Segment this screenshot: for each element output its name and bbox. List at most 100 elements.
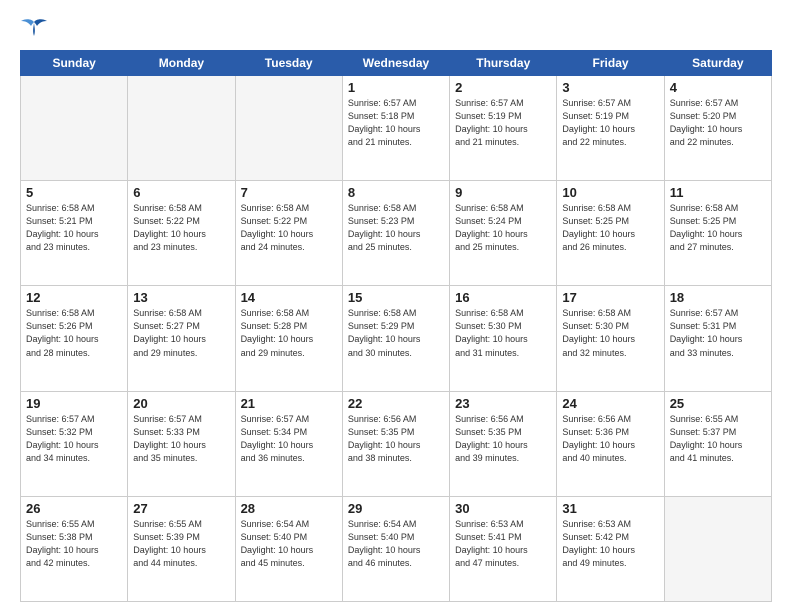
day-number: 16 xyxy=(455,290,551,305)
day-info: Sunrise: 6:55 AM Sunset: 5:39 PM Dayligh… xyxy=(133,518,229,570)
calendar-cell: 7 Sunrise: 6:58 AM Sunset: 5:22 PM Daylig… xyxy=(235,181,342,286)
day-info: Sunrise: 6:58 AM Sunset: 5:26 PM Dayligh… xyxy=(26,307,122,359)
logo-bird-icon xyxy=(20,18,48,40)
day-info: Sunrise: 6:58 AM Sunset: 5:22 PM Dayligh… xyxy=(133,202,229,254)
day-header-wednesday: Wednesday xyxy=(342,51,449,76)
calendar-cell xyxy=(664,496,771,601)
calendar-cell: 16 Sunrise: 6:58 AM Sunset: 5:30 PM Dayli… xyxy=(450,286,557,391)
day-info: Sunrise: 6:54 AM Sunset: 5:40 PM Dayligh… xyxy=(241,518,337,570)
day-info: Sunrise: 6:55 AM Sunset: 5:37 PM Dayligh… xyxy=(670,413,766,465)
day-header-tuesday: Tuesday xyxy=(235,51,342,76)
day-number: 29 xyxy=(348,501,444,516)
calendar-cell: 27 Sunrise: 6:55 AM Sunset: 5:39 PM Dayli… xyxy=(128,496,235,601)
day-number: 7 xyxy=(241,185,337,200)
calendar-cell: 20 Sunrise: 6:57 AM Sunset: 5:33 PM Dayli… xyxy=(128,391,235,496)
day-number: 6 xyxy=(133,185,229,200)
day-info: Sunrise: 6:58 AM Sunset: 5:25 PM Dayligh… xyxy=(670,202,766,254)
day-number: 21 xyxy=(241,396,337,411)
day-number: 27 xyxy=(133,501,229,516)
day-info: Sunrise: 6:58 AM Sunset: 5:30 PM Dayligh… xyxy=(455,307,551,359)
calendar-cell: 31 Sunrise: 6:53 AM Sunset: 5:42 PM Dayli… xyxy=(557,496,664,601)
day-info: Sunrise: 6:57 AM Sunset: 5:34 PM Dayligh… xyxy=(241,413,337,465)
calendar-cell xyxy=(21,76,128,181)
day-number: 30 xyxy=(455,501,551,516)
calendar-cell: 5Sunrise: 6:58 AM Sunset: 5:21 PM Daylig… xyxy=(21,181,128,286)
calendar-cell: 10Sunrise: 6:58 AM Sunset: 5:25 PM Dayli… xyxy=(557,181,664,286)
day-info: Sunrise: 6:58 AM Sunset: 5:25 PM Dayligh… xyxy=(562,202,658,254)
week-row-3: 12 Sunrise: 6:58 AM Sunset: 5:26 PM Dayli… xyxy=(21,286,772,391)
calendar-cell: 23 Sunrise: 6:56 AM Sunset: 5:35 PM Dayli… xyxy=(450,391,557,496)
calendar-cell: 3 Sunrise: 6:57 AM Sunset: 5:19 PM Daylig… xyxy=(557,76,664,181)
day-info: Sunrise: 6:58 AM Sunset: 5:30 PM Dayligh… xyxy=(562,307,658,359)
day-number: 31 xyxy=(562,501,658,516)
day-info: Sunrise: 6:53 AM Sunset: 5:41 PM Dayligh… xyxy=(455,518,551,570)
day-number: 12 xyxy=(26,290,122,305)
calendar-cell: 26Sunrise: 6:55 AM Sunset: 5:38 PM Dayli… xyxy=(21,496,128,601)
calendar-cell: 28 Sunrise: 6:54 AM Sunset: 5:40 PM Dayli… xyxy=(235,496,342,601)
calendar-cell: 9 Sunrise: 6:58 AM Sunset: 5:24 PM Daylig… xyxy=(450,181,557,286)
day-header-sunday: Sunday xyxy=(21,51,128,76)
calendar-cell: 19Sunrise: 6:57 AM Sunset: 5:32 PM Dayli… xyxy=(21,391,128,496)
calendar-cell: 4 Sunrise: 6:57 AM Sunset: 5:20 PM Daylig… xyxy=(664,76,771,181)
day-number: 13 xyxy=(133,290,229,305)
header xyxy=(20,18,772,40)
calendar-cell: 11 Sunrise: 6:58 AM Sunset: 5:25 PM Dayli… xyxy=(664,181,771,286)
day-number: 4 xyxy=(670,80,766,95)
day-number: 1 xyxy=(348,80,444,95)
day-number: 3 xyxy=(562,80,658,95)
week-row-1: 1 Sunrise: 6:57 AM Sunset: 5:18 PM Daylig… xyxy=(21,76,772,181)
day-number: 19 xyxy=(26,396,122,411)
calendar-cell: 13 Sunrise: 6:58 AM Sunset: 5:27 PM Dayli… xyxy=(128,286,235,391)
calendar-header-row: SundayMondayTuesdayWednesdayThursdayFrid… xyxy=(21,51,772,76)
day-info: Sunrise: 6:56 AM Sunset: 5:35 PM Dayligh… xyxy=(455,413,551,465)
week-row-4: 19Sunrise: 6:57 AM Sunset: 5:32 PM Dayli… xyxy=(21,391,772,496)
day-number: 20 xyxy=(133,396,229,411)
day-number: 15 xyxy=(348,290,444,305)
day-number: 14 xyxy=(241,290,337,305)
day-info: Sunrise: 6:56 AM Sunset: 5:36 PM Dayligh… xyxy=(562,413,658,465)
day-info: Sunrise: 6:56 AM Sunset: 5:35 PM Dayligh… xyxy=(348,413,444,465)
calendar-cell: 18Sunrise: 6:57 AM Sunset: 5:31 PM Dayli… xyxy=(664,286,771,391)
day-header-friday: Friday xyxy=(557,51,664,76)
day-info: Sunrise: 6:58 AM Sunset: 5:24 PM Dayligh… xyxy=(455,202,551,254)
calendar-table: SundayMondayTuesdayWednesdayThursdayFrid… xyxy=(20,50,772,602)
day-info: Sunrise: 6:58 AM Sunset: 5:27 PM Dayligh… xyxy=(133,307,229,359)
logo xyxy=(20,18,52,40)
page: SundayMondayTuesdayWednesdayThursdayFrid… xyxy=(0,0,792,612)
week-row-2: 5Sunrise: 6:58 AM Sunset: 5:21 PM Daylig… xyxy=(21,181,772,286)
day-number: 17 xyxy=(562,290,658,305)
calendar-cell xyxy=(128,76,235,181)
day-info: Sunrise: 6:58 AM Sunset: 5:22 PM Dayligh… xyxy=(241,202,337,254)
calendar-cell: 14 Sunrise: 6:58 AM Sunset: 5:28 PM Dayli… xyxy=(235,286,342,391)
day-number: 25 xyxy=(670,396,766,411)
day-info: Sunrise: 6:57 AM Sunset: 5:31 PM Dayligh… xyxy=(670,307,766,359)
calendar-cell xyxy=(235,76,342,181)
day-number: 22 xyxy=(348,396,444,411)
calendar-cell: 24Sunrise: 6:56 AM Sunset: 5:36 PM Dayli… xyxy=(557,391,664,496)
day-number: 11 xyxy=(670,185,766,200)
day-info: Sunrise: 6:57 AM Sunset: 5:18 PM Dayligh… xyxy=(348,97,444,149)
day-number: 26 xyxy=(26,501,122,516)
calendar-cell: 22 Sunrise: 6:56 AM Sunset: 5:35 PM Dayli… xyxy=(342,391,449,496)
day-header-saturday: Saturday xyxy=(664,51,771,76)
day-header-monday: Monday xyxy=(128,51,235,76)
day-number: 9 xyxy=(455,185,551,200)
day-info: Sunrise: 6:58 AM Sunset: 5:29 PM Dayligh… xyxy=(348,307,444,359)
day-number: 23 xyxy=(455,396,551,411)
calendar-cell: 8Sunrise: 6:58 AM Sunset: 5:23 PM Daylig… xyxy=(342,181,449,286)
day-info: Sunrise: 6:57 AM Sunset: 5:20 PM Dayligh… xyxy=(670,97,766,149)
calendar-cell: 15 Sunrise: 6:58 AM Sunset: 5:29 PM Dayli… xyxy=(342,286,449,391)
day-number: 8 xyxy=(348,185,444,200)
day-info: Sunrise: 6:57 AM Sunset: 5:19 PM Dayligh… xyxy=(562,97,658,149)
day-header-thursday: Thursday xyxy=(450,51,557,76)
calendar-cell: 6 Sunrise: 6:58 AM Sunset: 5:22 PM Daylig… xyxy=(128,181,235,286)
calendar-cell: 25 Sunrise: 6:55 AM Sunset: 5:37 PM Dayli… xyxy=(664,391,771,496)
day-info: Sunrise: 6:54 AM Sunset: 5:40 PM Dayligh… xyxy=(348,518,444,570)
day-info: Sunrise: 6:53 AM Sunset: 5:42 PM Dayligh… xyxy=(562,518,658,570)
day-info: Sunrise: 6:58 AM Sunset: 5:28 PM Dayligh… xyxy=(241,307,337,359)
week-row-5: 26Sunrise: 6:55 AM Sunset: 5:38 PM Dayli… xyxy=(21,496,772,601)
day-info: Sunrise: 6:57 AM Sunset: 5:19 PM Dayligh… xyxy=(455,97,551,149)
day-number: 28 xyxy=(241,501,337,516)
day-info: Sunrise: 6:58 AM Sunset: 5:21 PM Dayligh… xyxy=(26,202,122,254)
day-info: Sunrise: 6:57 AM Sunset: 5:33 PM Dayligh… xyxy=(133,413,229,465)
